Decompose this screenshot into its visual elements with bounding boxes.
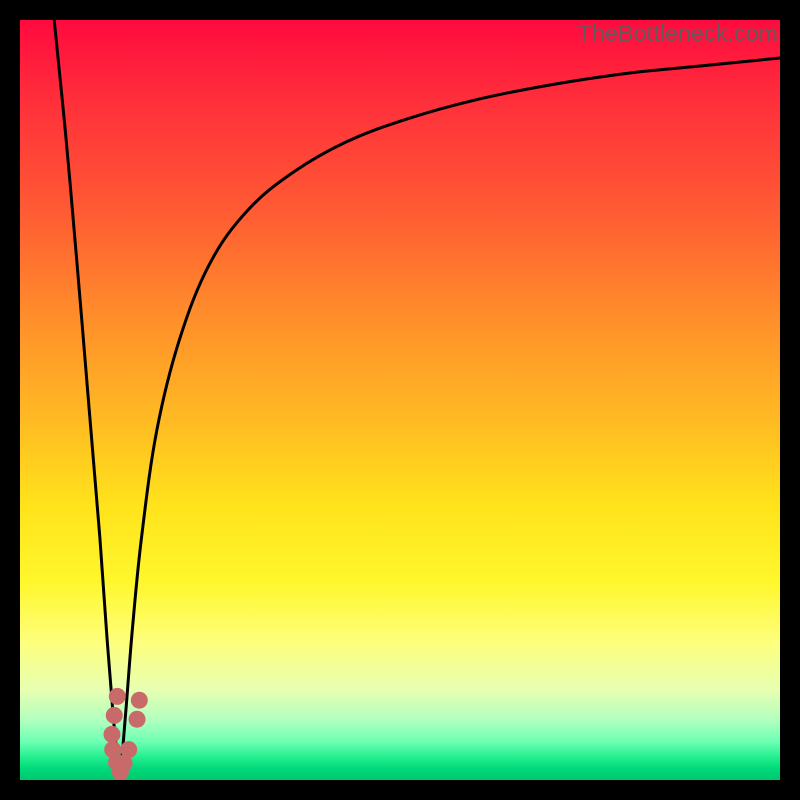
marker-dot [131,692,148,709]
watermark-label: TheBottleneck.com [578,20,778,47]
plot-area: TheBottleneck.com [20,20,780,780]
marker-dot [129,711,146,728]
marker-dot [103,726,120,743]
outer-frame: TheBottleneck.com [0,0,800,800]
marker-dot [120,741,137,758]
marker-dot [109,688,126,705]
left-branch-curve [54,20,119,780]
marker-dot [106,707,123,724]
chart-overlay-svg [20,20,780,780]
right-branch-curve [120,58,780,780]
